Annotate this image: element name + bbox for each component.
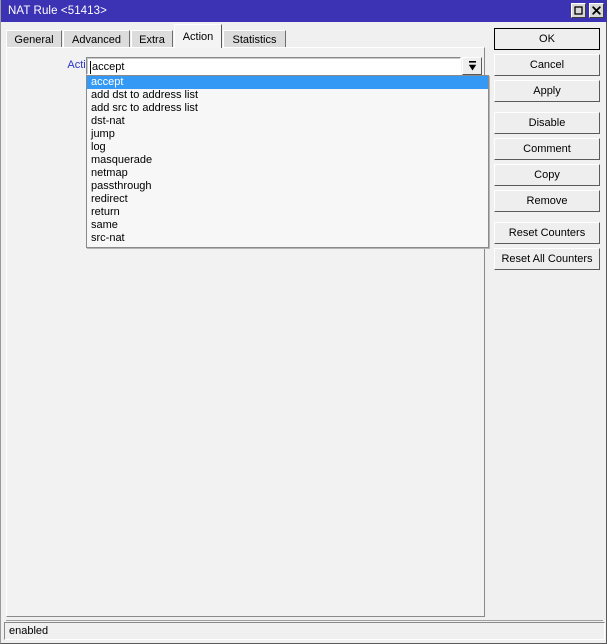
button-column: OK Cancel Apply Disable Comment Copy Remove Res… [494,28,600,274]
dropdown-option[interactable]: jump [87,128,488,141]
dropdown-option[interactable]: return [87,206,488,219]
dropdown-option[interactable]: add src to address list [87,102,488,115]
tab-general[interactable]: General [6,30,62,48]
tab-label: Statistics [232,33,277,46]
dropdown-option[interactable]: redirect [87,193,488,206]
dropdown-option[interactable]: accept [87,76,488,89]
reset-all-counters-button[interactable]: Reset All Counters [494,248,600,270]
nat-rule-window: NAT Rule <51413> General Advanced Extra Act… [0,0,607,644]
text-caret [90,61,91,74]
copy-button[interactable]: Copy [494,164,600,186]
dropdown-option[interactable]: log [87,141,488,154]
status-text: enabled [9,625,49,637]
button-label: Reset Counters [508,227,586,239]
action-field-row: Action: accept [7,57,486,75]
status-separator [6,620,603,621]
action-dropdown-button[interactable] [462,57,482,75]
dropdown-option[interactable]: passthrough [87,180,488,193]
tab-content-action: Action: accept accept add dst to address … [6,47,489,617]
tab-label: Extra [139,33,165,46]
action-combo-inner: accept [87,58,460,74]
comment-button[interactable]: Comment [494,138,600,160]
button-label: OK [539,33,555,45]
dropdown-option[interactable]: same [87,219,488,232]
button-label: Copy [534,169,560,181]
status-bar: enabled [4,622,605,640]
window-title: NAT Rule <51413> [8,5,107,17]
close-button[interactable] [589,3,604,18]
disable-button[interactable]: Disable [494,112,600,134]
dropdown-option[interactable]: dst-nat [87,115,488,128]
button-label: Disable [528,117,566,129]
tab-label: Advanced [72,33,121,46]
button-label: Apply [533,85,561,97]
dropdown-option[interactable]: netmap [87,167,488,180]
dropdown-option[interactable]: src-nat [87,232,488,245]
chevron-down-bar-icon [468,61,476,71]
title-bar: NAT Rule <51413> [1,0,607,22]
ok-button[interactable]: OK [494,28,600,50]
tab-advanced[interactable]: Advanced [63,30,130,48]
tab-extra[interactable]: Extra [131,30,173,48]
action-combo[interactable]: accept [86,57,461,75]
tab-label: Action [182,30,214,43]
maximize-button[interactable] [571,3,586,18]
apply-button[interactable]: Apply [494,80,600,102]
maximize-icon [574,6,583,15]
window-controls [571,3,604,18]
dropdown-option[interactable]: masquerade [87,154,488,167]
tab-statistics[interactable]: Statistics [223,30,286,48]
button-label: Remove [526,195,568,207]
button-label: Comment [523,143,571,155]
tab-action[interactable]: Action [174,24,222,48]
dropdown-option[interactable]: add dst to address list [87,89,488,102]
remove-button[interactable]: Remove [494,190,600,212]
close-icon [592,6,601,15]
button-label: Cancel [529,59,565,71]
button-label: Reset All Counters [501,253,593,265]
action-combo-value: accept [92,61,125,73]
action-dropdown-list[interactable]: accept add dst to address list add src to … [86,75,489,248]
tab-label: General [14,33,54,46]
cancel-button[interactable]: Cancel [494,54,600,76]
reset-counters-button[interactable]: Reset Counters [494,222,600,244]
